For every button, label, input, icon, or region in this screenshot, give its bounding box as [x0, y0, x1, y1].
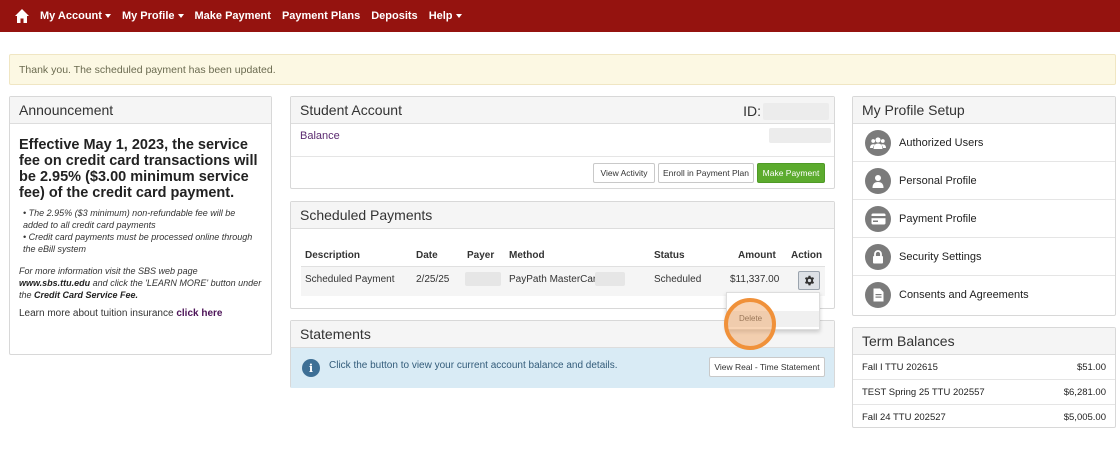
- announcement-bullet: • The 2.95% ($3 minimum) non-refundable …: [23, 208, 236, 230]
- col-payer: Payer: [467, 250, 495, 261]
- nav-deposits[interactable]: Deposits: [371, 10, 417, 22]
- student-account-panel: Student Account ID: Balance View Activit…: [290, 96, 835, 189]
- announcement-panel: Announcement Effective May 1, 2023, the …: [9, 96, 272, 355]
- caret-down-icon: [455, 14, 462, 18]
- term-name: Fall 24 TTU 202527: [862, 412, 946, 423]
- alert-text: Thank you. The scheduled payment has bee…: [19, 64, 276, 76]
- nav-my-profile[interactable]: My Profile: [122, 10, 184, 22]
- row-status: Scheduled: [654, 274, 702, 285]
- col-amount: Amount: [738, 250, 776, 261]
- view-activity-button[interactable]: View Activity: [593, 163, 655, 183]
- col-status: Status: [654, 250, 685, 261]
- tuition-insurance-text: Learn more about tuition insurance click…: [19, 308, 223, 319]
- authorized-users-item[interactable]: Authorized Users: [853, 124, 1115, 162]
- redacted-payer: [465, 272, 501, 286]
- table-row: Fall 24 TTU 202527 $5,005.00: [853, 405, 1115, 430]
- redacted-card: [595, 272, 625, 286]
- security-settings-item[interactable]: Security Settings: [853, 238, 1115, 276]
- row-amount: $11,337.00: [730, 274, 780, 285]
- term-name: TEST Spring 25 TTU 202557: [862, 386, 985, 398]
- payment-profile-item[interactable]: Payment Profile: [853, 200, 1115, 238]
- top-navbar: My Account My Profile Make Payment Payme…: [0, 0, 1120, 32]
- term-amount: $6,281.00: [1063, 386, 1106, 398]
- row-method: PayPath MasterCard: [509, 274, 602, 285]
- document-icon: [865, 282, 891, 308]
- announcement-bullet: • Credit card payments must be processed…: [23, 232, 253, 254]
- view-statement-button[interactable]: View Real - Time Statement: [709, 357, 825, 377]
- balance-row: Balance: [291, 124, 834, 157]
- profile-setup-title: My Profile Setup: [853, 97, 1115, 124]
- personal-profile-label: Personal Profile: [899, 174, 977, 187]
- col-description: Description: [305, 250, 361, 261]
- redacted-balance: [769, 128, 831, 143]
- security-settings-label: Security Settings: [899, 250, 982, 263]
- announcement-title: Announcement: [10, 97, 271, 124]
- home-icon[interactable]: [14, 8, 30, 24]
- consents-agreements-item[interactable]: Consents and Agreements: [853, 276, 1115, 314]
- announcement-more-info: For more information visit the SBS web p…: [19, 266, 262, 300]
- table-row: Fall I TTU 202615 $51.00: [853, 355, 1115, 380]
- person-icon: [865, 167, 891, 194]
- term-name: Fall I TTU 202615: [862, 361, 938, 373]
- row-date: 2/25/25: [416, 274, 450, 285]
- col-method: Method: [509, 250, 545, 261]
- action-gear-button[interactable]: [798, 271, 820, 290]
- credit-card-icon: [865, 205, 891, 232]
- sbs-link[interactable]: www.sbs.ttu.edu: [19, 278, 90, 288]
- caret-down-icon: [177, 14, 184, 18]
- col-date: Date: [416, 250, 438, 261]
- users-icon: [865, 129, 891, 156]
- authorized-users-label: Authorized Users: [899, 136, 984, 149]
- table-row: TEST Spring 25 TTU 202557 $6,281.00: [853, 380, 1115, 405]
- statements-info-bar: i Click the button to view your current …: [291, 348, 834, 388]
- term-amount: $5,005.00: [1063, 412, 1106, 423]
- redacted-id: [763, 103, 829, 120]
- click-highlight-indicator: [724, 298, 776, 350]
- nav-my-account[interactable]: My Account: [40, 10, 111, 22]
- caret-down-icon: [104, 14, 111, 18]
- enroll-payment-plan-button[interactable]: Enroll in Payment Plan: [658, 163, 754, 183]
- statements-info-text: Click the button to view your current ac…: [329, 360, 618, 371]
- nav-make-payment[interactable]: Make Payment: [195, 10, 271, 22]
- personal-profile-item[interactable]: Personal Profile: [853, 162, 1115, 200]
- nav-help[interactable]: Help: [429, 10, 462, 22]
- term-amount: $51.00: [1076, 361, 1106, 373]
- balance-label: Balance: [300, 130, 340, 142]
- consents-agreements-label: Consents and Agreements: [899, 289, 1029, 301]
- tuition-insurance-link[interactable]: click here: [176, 308, 222, 319]
- payment-profile-label: Payment Profile: [899, 212, 977, 225]
- col-action: Action: [791, 250, 823, 261]
- make-payment-button[interactable]: Make Payment: [757, 163, 825, 183]
- scheduled-payments-title: Scheduled Payments: [291, 202, 834, 229]
- nav-payment-plans[interactable]: Payment Plans: [282, 10, 360, 22]
- profile-setup-panel: My Profile Setup Authorized Users Person…: [852, 96, 1116, 316]
- student-id-label: ID:: [743, 103, 761, 119]
- success-alert: Thank you. The scheduled payment has bee…: [9, 54, 1116, 85]
- info-icon: i: [302, 359, 320, 377]
- term-balances-title: Term Balances: [853, 328, 1115, 355]
- row-description: Scheduled Payment: [305, 274, 395, 285]
- lock-icon: [865, 243, 891, 270]
- term-balances-panel: Term Balances Fall I TTU 202615 $51.00 TE…: [852, 327, 1116, 428]
- gear-icon: [804, 275, 814, 286]
- announcement-lead: Effective May 1, 2023, the service fee o…: [19, 137, 258, 201]
